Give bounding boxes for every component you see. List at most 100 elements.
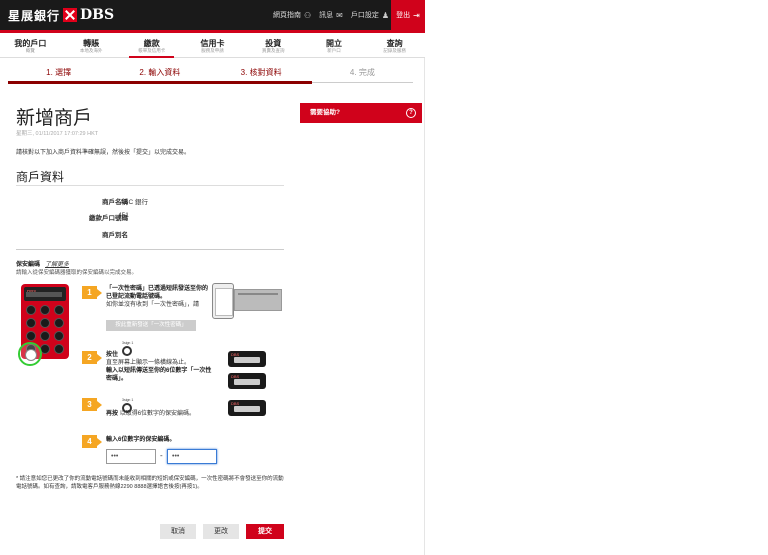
input-separator: - (160, 451, 163, 460)
token-title: 保安編碼 了解更多 (16, 259, 69, 268)
detail-key: 商戶名稱 (102, 199, 128, 206)
nav-subtitle: 帳單及信用卡 (138, 48, 166, 53)
device-screen (26, 292, 62, 297)
step-number: 2 (82, 351, 102, 364)
step-bold: 再按 (106, 411, 119, 417)
nav-invest[interactable]: 投資 買賣及查詢 (243, 33, 304, 57)
device-key (54, 331, 64, 341)
circle-label: 3sign 1 (122, 341, 134, 345)
device-key (54, 318, 64, 328)
detail-key: 商戶別名 (102, 232, 128, 239)
device-key (26, 318, 36, 328)
progress-steps: 1. 選擇 2. 輸入資料 3. 核對資料 4. 完成 (8, 65, 413, 84)
user-icon: ♟ (381, 10, 389, 20)
device-key (26, 305, 36, 315)
section-divider (16, 249, 284, 250)
step-complete: 4. 完成 (349, 68, 375, 77)
step-1-text: 「一次性密碼」已透過短訊發送至你的已登記流動電話號碼。 如你並沒有收到「一次性密… (106, 285, 210, 309)
phone-icon (212, 283, 234, 319)
token-screen-icon: DBS (228, 351, 266, 367)
nav-credit-card[interactable]: 信用卡 服務及申請 (182, 33, 243, 57)
help-panel-button[interactable]: 需要協助? ? (300, 103, 422, 123)
token-input-1[interactable]: ••• (106, 449, 156, 464)
step-number: 1 (82, 286, 102, 299)
nav-title: 查詢 (386, 39, 403, 48)
dbs-logo[interactable]: 星展銀行 DBS (8, 6, 114, 24)
token-screen-icon: DBS (228, 373, 266, 389)
nav-subtitle: 概覽 (25, 48, 35, 53)
top-link-guide[interactable]: 網頁指南 ⚇ (273, 10, 311, 20)
nav-open[interactable]: 開立 新戶口 (304, 33, 365, 57)
device-key (26, 331, 36, 341)
step-4-text: 輸入6位數字的保安編碼。 (106, 436, 226, 444)
circle-label: 3sign 1 (122, 398, 134, 402)
footnote: * 請注意如您已更改了你的流動電話號碼而未能收到相關的短訊或保安編碼，一次性密碼… (16, 476, 284, 490)
device-key (54, 344, 64, 354)
logout-label: 登出 (396, 12, 411, 19)
step-desc: 以取得6位數字的保安編碼。 (119, 411, 196, 417)
device-button-highlight (18, 342, 42, 366)
top-links: 網頁指南 ⚇ 訊息 ✉ 戶口設定 ♟ (265, 0, 389, 30)
detail-value: ;ABC 銀行 (118, 199, 148, 206)
person-icon: ⚇ (303, 10, 312, 20)
dbs-x-icon (63, 8, 78, 22)
page-title: 新增商戶 (16, 108, 93, 129)
top-link-label: 訊息 (319, 12, 334, 19)
nav-enquiry[interactable]: 查詢 記錄及服務 (364, 33, 425, 57)
mini-label: DBS (231, 401, 240, 406)
mail-icon: ✉ (336, 10, 343, 20)
nav-subtitle: 服務及申請 (201, 48, 224, 53)
nav-subtitle: 記錄及服務 (383, 48, 406, 53)
nav-title: 開立 (325, 39, 342, 48)
token-instruction: 請輸入從保安編碼器獲取的保安編碼以完成交易。 (16, 270, 138, 276)
main-nav: 我的戶口 概覽 轉賬 本地及海外 繳款 帳單及信用卡 信用卡 服務及申請 投資 … (0, 33, 425, 58)
section-divider (16, 185, 284, 186)
logo-chinese: 星展銀行 (8, 8, 61, 23)
step-number: 3 (82, 398, 102, 411)
detail-row: 商戶別名 - (16, 229, 284, 241)
logout-icon: ⇥ (413, 10, 420, 20)
device-key (40, 331, 50, 341)
nav-subtitle: 本地及海外 (79, 48, 103, 53)
detail-value: 451 (118, 212, 129, 219)
step-desc: 直至屏幕上顯示一條橫線為止。 (106, 360, 191, 366)
step-2-text: 按住 直至屏幕上顯示一條橫線為止。 輸入以短訊傳送至你的6位數字「一次性密碼」。 (106, 351, 216, 383)
step-bold: 輸入6位數字的保安編碼。 (106, 437, 176, 443)
device-key (54, 305, 64, 315)
timestamp: 星期三, 01/11/2017 17:07:29 HKT (16, 131, 99, 137)
nav-accounts[interactable]: 我的戶口 概覽 (0, 33, 61, 57)
logo-english: DBS (80, 7, 115, 23)
top-link-label: 網頁指南 (272, 12, 301, 19)
step-bold: 「一次性密碼」已透過短訊發送至你的已登記流動電話號碼。 (106, 286, 209, 300)
submit-button[interactable]: 提交 (246, 524, 284, 539)
step-verify: 3. 核對資料 (210, 65, 313, 84)
nav-subtitle: 新戶口 (327, 48, 341, 53)
nav-title: 我的戶口 (14, 39, 47, 48)
logout-button[interactable]: 登出 ⇥ (391, 0, 425, 30)
top-bar: 星展銀行 DBS 網頁指南 ⚇ 訊息 ✉ 戶口設定 ♟ 登出 ⇥ (0, 0, 425, 30)
detail-row: 商戶名稱 ;ABC 銀行 (16, 196, 284, 208)
device-key (40, 305, 50, 315)
token-input-2[interactable]: ••• (167, 449, 217, 464)
nav-transfer[interactable]: 轉賬 本地及海外 (61, 33, 122, 57)
mini-label: DBS (231, 352, 240, 357)
token-screen-icon: DBS (228, 400, 266, 416)
nav-payment[interactable]: 繳款 帳單及信用卡 (121, 33, 182, 58)
step-bold: 按住 (106, 352, 119, 358)
button-circle-icon (122, 403, 132, 413)
mini-label: DBS (231, 374, 240, 379)
top-link-settings[interactable]: 戶口設定 ♟ (351, 10, 389, 20)
detail-value: - (118, 229, 121, 236)
top-link-messages[interactable]: 訊息 ✉ (319, 10, 343, 20)
edit-button[interactable]: 更改 (203, 524, 239, 539)
detail-row: 繳款戶口號碼 451 (16, 212, 284, 224)
cancel-button[interactable]: 取消 (160, 524, 196, 539)
nav-title: 轉賬 (83, 39, 100, 48)
nav-title: 投資 (265, 39, 282, 48)
resend-otp-button[interactable]: 按此重新發送「一次性密碼」 (106, 320, 196, 331)
detail-key: 繳款戶口號碼 (89, 215, 128, 222)
sms-popup-icon (234, 289, 282, 311)
step-number: 4 (82, 435, 102, 448)
help-label: 需要協助? (310, 109, 340, 116)
button-circle-icon (122, 346, 132, 356)
